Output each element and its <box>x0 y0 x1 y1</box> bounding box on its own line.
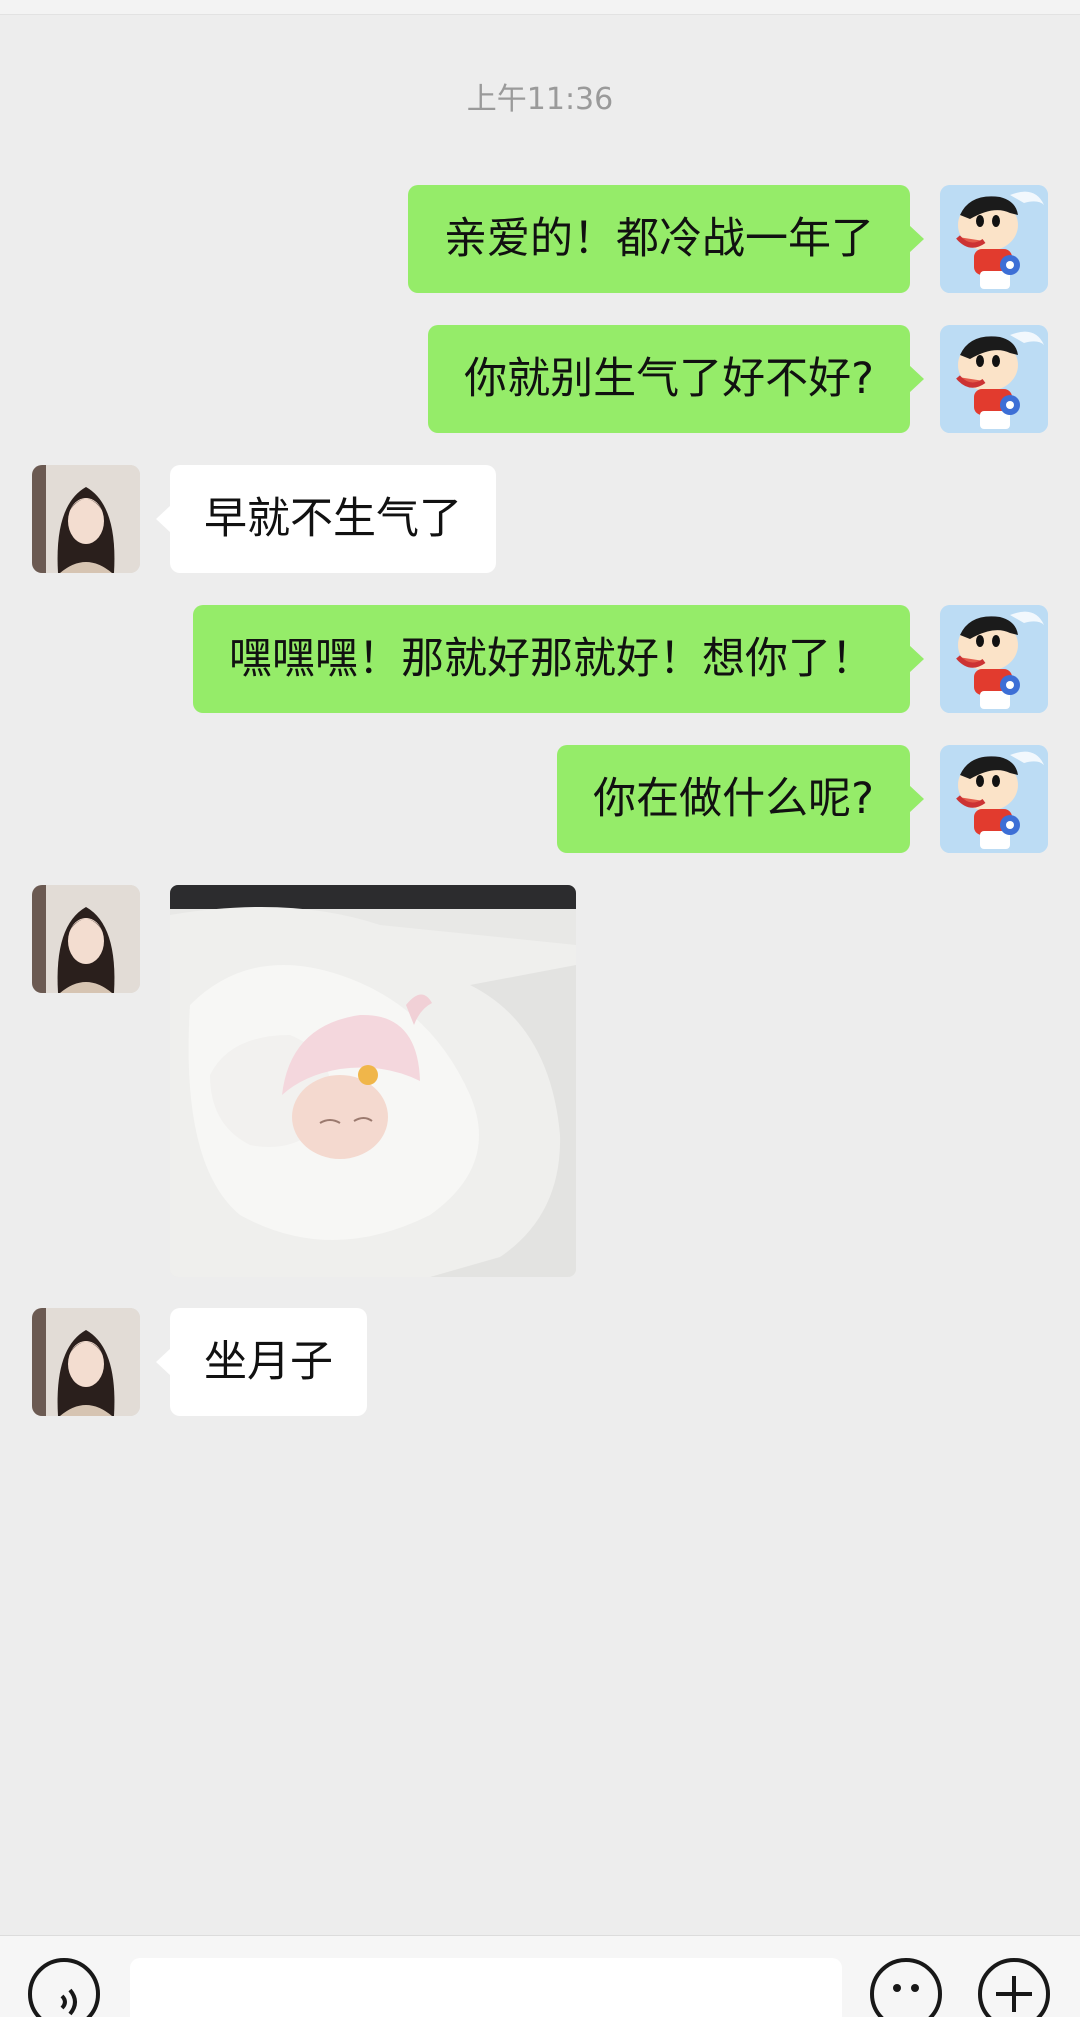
image-message-baby-photo[interactable] <box>170 885 576 1277</box>
message-bubble-outgoing[interactable]: 你在做什么呢? <box>557 745 924 853</box>
voice-icon[interactable] <box>28 1958 100 2017</box>
avatar-self[interactable] <box>940 605 1048 713</box>
message-row: 你就别生气了好不好? <box>0 325 1080 435</box>
message-row: 你在做什么呢? <box>0 745 1080 855</box>
message-row: 亲爱的！都冷战一年了 <box>0 185 1080 295</box>
message-row: 早就不生气了 <box>0 465 1080 575</box>
avatar-self[interactable] <box>940 185 1048 293</box>
avatar-contact[interactable] <box>32 1308 140 1416</box>
message-input-field[interactable] <box>130 1958 842 2017</box>
plus-icon[interactable] <box>978 1958 1050 2017</box>
avatar-contact[interactable] <box>32 885 140 993</box>
message-bubble-incoming[interactable]: 早就不生气了 <box>156 465 496 573</box>
message-bubble-incoming[interactable]: 坐月子 <box>156 1308 367 1416</box>
avatar-contact[interactable] <box>32 465 140 573</box>
message-row: 坐月子 <box>0 1308 1080 1418</box>
message-bubble-outgoing[interactable]: 嘿嘿嘿！那就好那就好！想你了！ <box>193 605 924 713</box>
message-input-bar <box>0 1935 1080 2017</box>
message-bubble-outgoing[interactable]: 你就别生气了好不好? <box>428 325 924 433</box>
avatar-self[interactable] <box>940 325 1048 433</box>
message-bubble-outgoing[interactable]: 亲爱的！都冷战一年了 <box>408 185 924 293</box>
message-timestamp: 上午11:36 <box>466 82 614 117</box>
message-row: 嘿嘿嘿！那就好那就好！想你了！ <box>0 605 1080 715</box>
avatar-self[interactable] <box>940 745 1048 853</box>
emoji-icon[interactable] <box>870 1958 942 2017</box>
chat-area[interactable]: 上午11:36 亲爱的！都冷战一年了 你就别生气了好不好? 早就不生气了 嘿嘿嘿… <box>0 0 1080 1935</box>
message-row <box>0 885 1080 1277</box>
